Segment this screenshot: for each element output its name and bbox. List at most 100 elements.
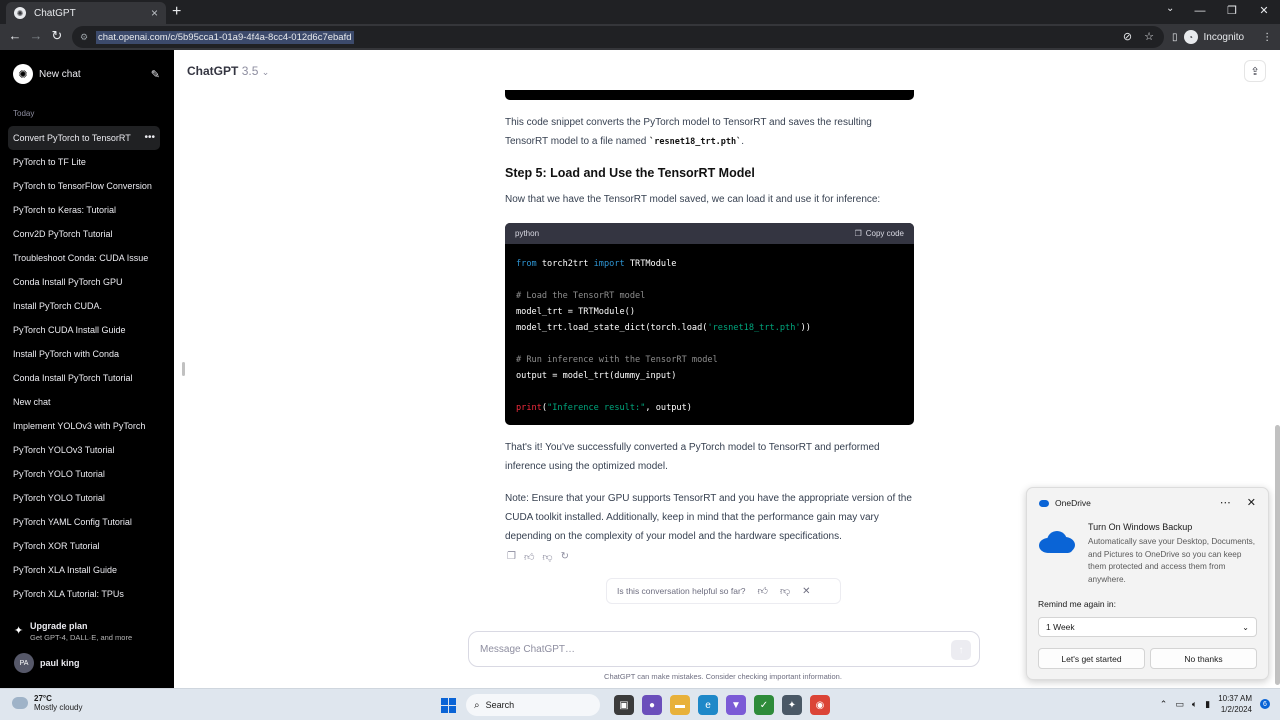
sidebar-chat-item[interactable]: Conda Install PyTorch GPU bbox=[8, 270, 160, 294]
sidebar-chat-item[interactable]: Convert PyTorch to TensorRT ••• bbox=[8, 126, 160, 150]
feedback-close-icon[interactable]: ✕ bbox=[802, 586, 810, 597]
sidebar-chat-item[interactable]: PyTorch to TensorFlow Conversion bbox=[8, 174, 160, 198]
regenerate-icon[interactable]: ↻ bbox=[561, 551, 569, 563]
code-comment: # Run inference with the TensorRT model bbox=[516, 355, 718, 365]
forward-arrow-icon[interactable]: → bbox=[27, 28, 45, 43]
sidebar-chat-item[interactable]: PyTorch CUDA Install Guide bbox=[8, 318, 160, 342]
sparkle-icon: ✦ bbox=[14, 625, 24, 637]
copy-icon[interactable]: ❐ bbox=[507, 551, 516, 563]
sidebar-chat-item[interactable]: New chat bbox=[8, 390, 160, 414]
message-actions: ❐ 👍︎ 👎︎ ↻ bbox=[507, 551, 569, 563]
volume-icon[interactable]: 🔈︎ bbox=[1192, 699, 1197, 710]
sidebar-resize-handle[interactable] bbox=[182, 362, 185, 376]
browser-tab[interactable]: ✺ ChatGPT × bbox=[6, 2, 166, 24]
send-arrow-icon[interactable]: ↑ bbox=[951, 640, 971, 660]
sidebar-chat-item[interactable]: Implement YOLOv3 with PyTorch bbox=[8, 414, 160, 438]
copy-code-button[interactable]: ❐ Copy code bbox=[855, 229, 904, 238]
upgrade-plan-button[interactable]: ✦ Upgrade plan Get GPT-4, DALL·E, and mo… bbox=[14, 621, 164, 642]
sidebar-chat-item[interactable]: Install PyTorch with Conda bbox=[8, 342, 160, 366]
sidebar-chat-label: PyTorch XLA Tutorial: TPUs bbox=[13, 589, 124, 599]
copy-code-label: Copy code bbox=[865, 229, 904, 238]
notification-close-icon[interactable]: ✕ bbox=[1247, 496, 1256, 509]
model-selector[interactable]: ChatGPT 3.5 ⌄ bbox=[187, 64, 269, 78]
code-language: python bbox=[515, 229, 540, 238]
network-icon[interactable]: ▭ bbox=[1175, 699, 1184, 710]
browser-menu-icon[interactable]: ⋮ bbox=[1262, 32, 1272, 43]
notification-more-icon[interactable]: ⋯ bbox=[1220, 496, 1231, 509]
feedback-thumbs-up-icon[interactable]: 👍︎ bbox=[758, 585, 768, 597]
sidebar-chat-item[interactable]: PyTorch XOR Tutorial bbox=[8, 534, 160, 558]
previous-code-block bbox=[505, 90, 914, 100]
code-string: 'resnet18_trt.pth' bbox=[707, 323, 801, 333]
message-input[interactable]: Message ChatGPT… ↑ bbox=[468, 631, 980, 667]
tab-search-chevron-icon[interactable]: ⌄ bbox=[1166, 3, 1174, 14]
scrollbar[interactable] bbox=[1275, 425, 1280, 685]
sidebar-chat-item[interactable]: PyTorch YAML Config Tutorial bbox=[8, 510, 160, 534]
battery-icon[interactable]: ▮ bbox=[1205, 699, 1210, 710]
feedback-thumbs-down-icon[interactable]: 👎︎ bbox=[780, 585, 790, 597]
code-content[interactable]: from torch2trt import TRTModule # Load t… bbox=[505, 244, 914, 416]
new-chat-button[interactable]: ✺ New chat ✎ bbox=[8, 62, 160, 86]
no-tracking-icon[interactable]: ⊘ bbox=[1123, 30, 1132, 43]
no-thanks-button[interactable]: No thanks bbox=[1150, 648, 1257, 669]
sidebar-chat-item[interactable]: Conv2D PyTorch Tutorial bbox=[8, 222, 160, 246]
tab-close-icon[interactable]: × bbox=[151, 6, 158, 20]
upgrade-subtitle: Get GPT-4, DALL·E, and more bbox=[30, 633, 133, 642]
chat-app-icon[interactable]: ● bbox=[642, 695, 662, 715]
restore-icon[interactable]: ❐ bbox=[1216, 0, 1248, 24]
sidebar-chat-item[interactable]: PyTorch YOLO Tutorial bbox=[8, 486, 160, 510]
address-bar[interactable]: ⚙ chat.openai.com/c/5b95cca1-01a9-4f4a-8… bbox=[72, 26, 1164, 48]
bookmark-star-icon[interactable]: ☆ bbox=[1144, 30, 1154, 43]
response-paragraph: That's it! You've successfully converted… bbox=[505, 442, 880, 472]
chrome-icon[interactable]: ◉ bbox=[810, 695, 830, 715]
sidebar-chat-item[interactable]: PyTorch XLA Install Guide bbox=[8, 558, 160, 582]
taskbar-search[interactable]: ⌕ Search bbox=[466, 694, 600, 716]
sidebar-chat-item[interactable]: Troubleshoot Conda: CUDA Issue bbox=[8, 246, 160, 270]
sidebar-chat-item[interactable]: PyTorch to TF Lite bbox=[8, 150, 160, 174]
browser-toolbar: ← → ↻ ⚙ chat.openai.com/c/5b95cca1-01a9-… bbox=[0, 24, 1280, 50]
sidebar-chat-item[interactable]: PyTorch XLA Tutorial: TPUs bbox=[8, 582, 160, 606]
incognito-label[interactable]: Incognito bbox=[1204, 32, 1245, 43]
clock[interactable]: 10:37 AM 1/2/2024 bbox=[1218, 693, 1252, 715]
reload-icon[interactable]: ↻ bbox=[48, 28, 66, 44]
user-menu[interactable]: PA paul king bbox=[14, 653, 80, 673]
minimize-icon[interactable]: — bbox=[1184, 0, 1216, 24]
code-block: python ❐ Copy code from torch2trt import… bbox=[505, 223, 914, 425]
chat-options-icon[interactable]: ••• bbox=[140, 126, 155, 150]
response-paragraph: Note: Ensure that your GPU supports Tens… bbox=[505, 493, 912, 542]
new-tab-button[interactable]: + bbox=[172, 3, 181, 21]
sidebar-chat-item[interactable]: Conda Install PyTorch Tutorial bbox=[8, 366, 160, 390]
side-panel-icon[interactable]: ▯ bbox=[1172, 32, 1178, 43]
site-info-icon[interactable]: ⚙ bbox=[78, 31, 90, 43]
compose-icon[interactable]: ✎ bbox=[151, 68, 160, 81]
response-paragraph: This code snippet converts the PyTorch m… bbox=[505, 113, 917, 152]
settings-app-icon[interactable]: ✦ bbox=[782, 695, 802, 715]
url-text[interactable]: chat.openai.com/c/5b95cca1-01a9-4f4a-8cc… bbox=[96, 30, 354, 44]
sidebar-chat-item[interactable]: PyTorch to Keras: Tutorial bbox=[8, 198, 160, 222]
sidebar-chat-item[interactable]: Install PyTorch CUDA. bbox=[8, 294, 160, 318]
sidebar-chat-label: Implement YOLOv3 with PyTorch bbox=[13, 421, 146, 431]
remind-select[interactable]: 1 Week ⌄ bbox=[1038, 617, 1257, 637]
back-arrow-icon[interactable]: ← bbox=[6, 28, 24, 43]
weather-widget[interactable]: 27°C Mostly cloudy bbox=[12, 694, 82, 712]
windows-start-icon[interactable] bbox=[441, 698, 456, 713]
sidebar-chat-label: Conda Install PyTorch Tutorial bbox=[13, 373, 133, 383]
thumbs-up-icon[interactable]: 👍︎ bbox=[524, 551, 534, 563]
notification-count-badge[interactable]: 6 bbox=[1260, 699, 1270, 709]
lets-get-started-button[interactable]: Let's get started bbox=[1038, 648, 1145, 669]
thumbs-down-icon[interactable]: 👎︎ bbox=[542, 551, 552, 563]
sidebar-chat-item[interactable]: PyTorch YOLO Tutorial bbox=[8, 462, 160, 486]
vpn-app-icon[interactable]: ▼ bbox=[726, 695, 746, 715]
tray-expand-icon[interactable]: ⌃ bbox=[1160, 699, 1168, 710]
remind-value: 1 Week bbox=[1046, 622, 1075, 632]
sidebar-chat-label: PyTorch YOLOv3 Tutorial bbox=[13, 445, 115, 455]
sidebar-chat-item[interactable]: PyTorch YOLOv3 Tutorial bbox=[8, 438, 160, 462]
file-explorer-icon[interactable]: ▬ bbox=[670, 695, 690, 715]
edge-icon[interactable]: e bbox=[698, 695, 718, 715]
office-app-icon[interactable]: ✓ bbox=[754, 695, 774, 715]
sidebar-chat-label: PyTorch YAML Config Tutorial bbox=[13, 517, 132, 527]
taskbar-search-label: Search bbox=[485, 700, 515, 710]
close-window-icon[interactable]: ✕ bbox=[1248, 0, 1280, 24]
share-icon[interactable]: ⇪ bbox=[1244, 60, 1266, 82]
task-view-icon[interactable]: ▣ bbox=[614, 695, 634, 715]
